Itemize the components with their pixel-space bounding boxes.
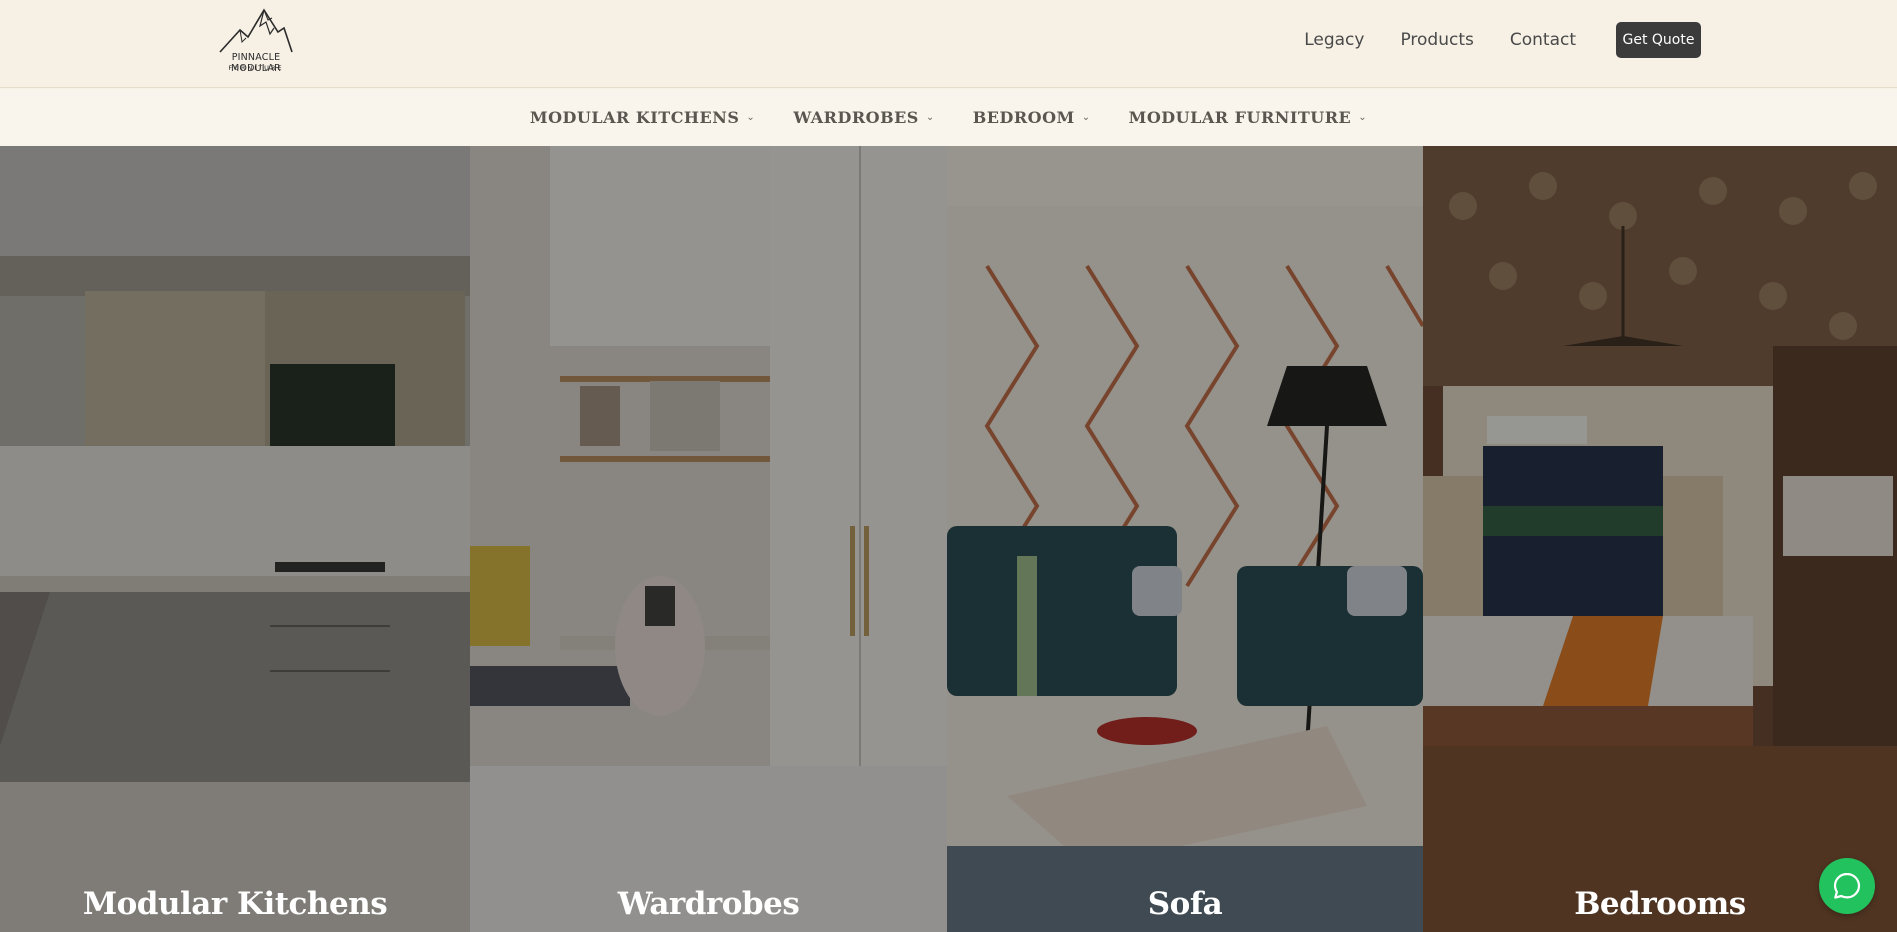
- panel-bedrooms[interactable]: Bedrooms: [1423, 146, 1897, 932]
- panel-title: Wardrobes: [617, 886, 800, 922]
- chevron-down-icon: ⌄: [1081, 112, 1091, 123]
- panel-overlay: [1423, 146, 1897, 932]
- nav-link-contact[interactable]: Contact: [1510, 30, 1576, 50]
- category-navigation: MODULAR KITCHENS ⌄ WARDROBES ⌄ BEDROOM ⌄…: [0, 89, 1897, 146]
- chevron-down-icon: ⌄: [1358, 112, 1368, 123]
- get-quote-button[interactable]: Get Quote: [1616, 22, 1701, 58]
- panel-modular-kitchens[interactable]: Modular Kitchens: [0, 146, 470, 932]
- panel-overlay: [470, 146, 947, 932]
- nav-link-legacy[interactable]: Legacy: [1304, 30, 1364, 50]
- panel-sofa[interactable]: Sofa: [947, 146, 1423, 932]
- category-label: BEDROOM: [972, 108, 1075, 127]
- panel-overlay: [0, 146, 470, 932]
- hero-gallery: Modular Kitchens Wardrobes Sofa Bedrooms: [0, 146, 1897, 932]
- panel-title: Modular Kitchens: [82, 886, 388, 922]
- category-bedroom[interactable]: BEDROOM ⌄: [973, 108, 1091, 127]
- category-label: WARDROBES: [793, 108, 919, 127]
- nav-link-products[interactable]: Products: [1400, 30, 1473, 50]
- brand-tagline: FURNITURE: [228, 64, 284, 72]
- chevron-down-icon: ⌄: [925, 112, 935, 123]
- mountain-logo-icon: [219, 8, 293, 53]
- panel-title: Sofa: [1147, 886, 1223, 922]
- category-modular-furniture[interactable]: MODULAR FURNITURE ⌄: [1129, 108, 1367, 127]
- brand-logo[interactable]: PINNACLE MODULAR FURNITURE: [206, 4, 306, 74]
- category-label: MODULAR FURNITURE: [1128, 108, 1352, 127]
- top-navigation: Legacy Products Contact Get Quote: [1268, 22, 1701, 58]
- chevron-down-icon: ⌄: [746, 112, 756, 123]
- category-wardrobes[interactable]: WARDROBES ⌄: [793, 108, 934, 127]
- panel-overlay: [947, 146, 1423, 932]
- site-header: PINNACLE MODULAR FURNITURE Legacy Produc…: [0, 0, 1897, 88]
- whatsapp-icon: [1833, 872, 1861, 899]
- category-modular-kitchens[interactable]: MODULAR KITCHENS ⌄: [530, 108, 755, 127]
- panel-wardrobes[interactable]: Wardrobes: [470, 146, 947, 932]
- whatsapp-button[interactable]: [1819, 858, 1875, 914]
- category-label: MODULAR KITCHENS: [529, 108, 740, 127]
